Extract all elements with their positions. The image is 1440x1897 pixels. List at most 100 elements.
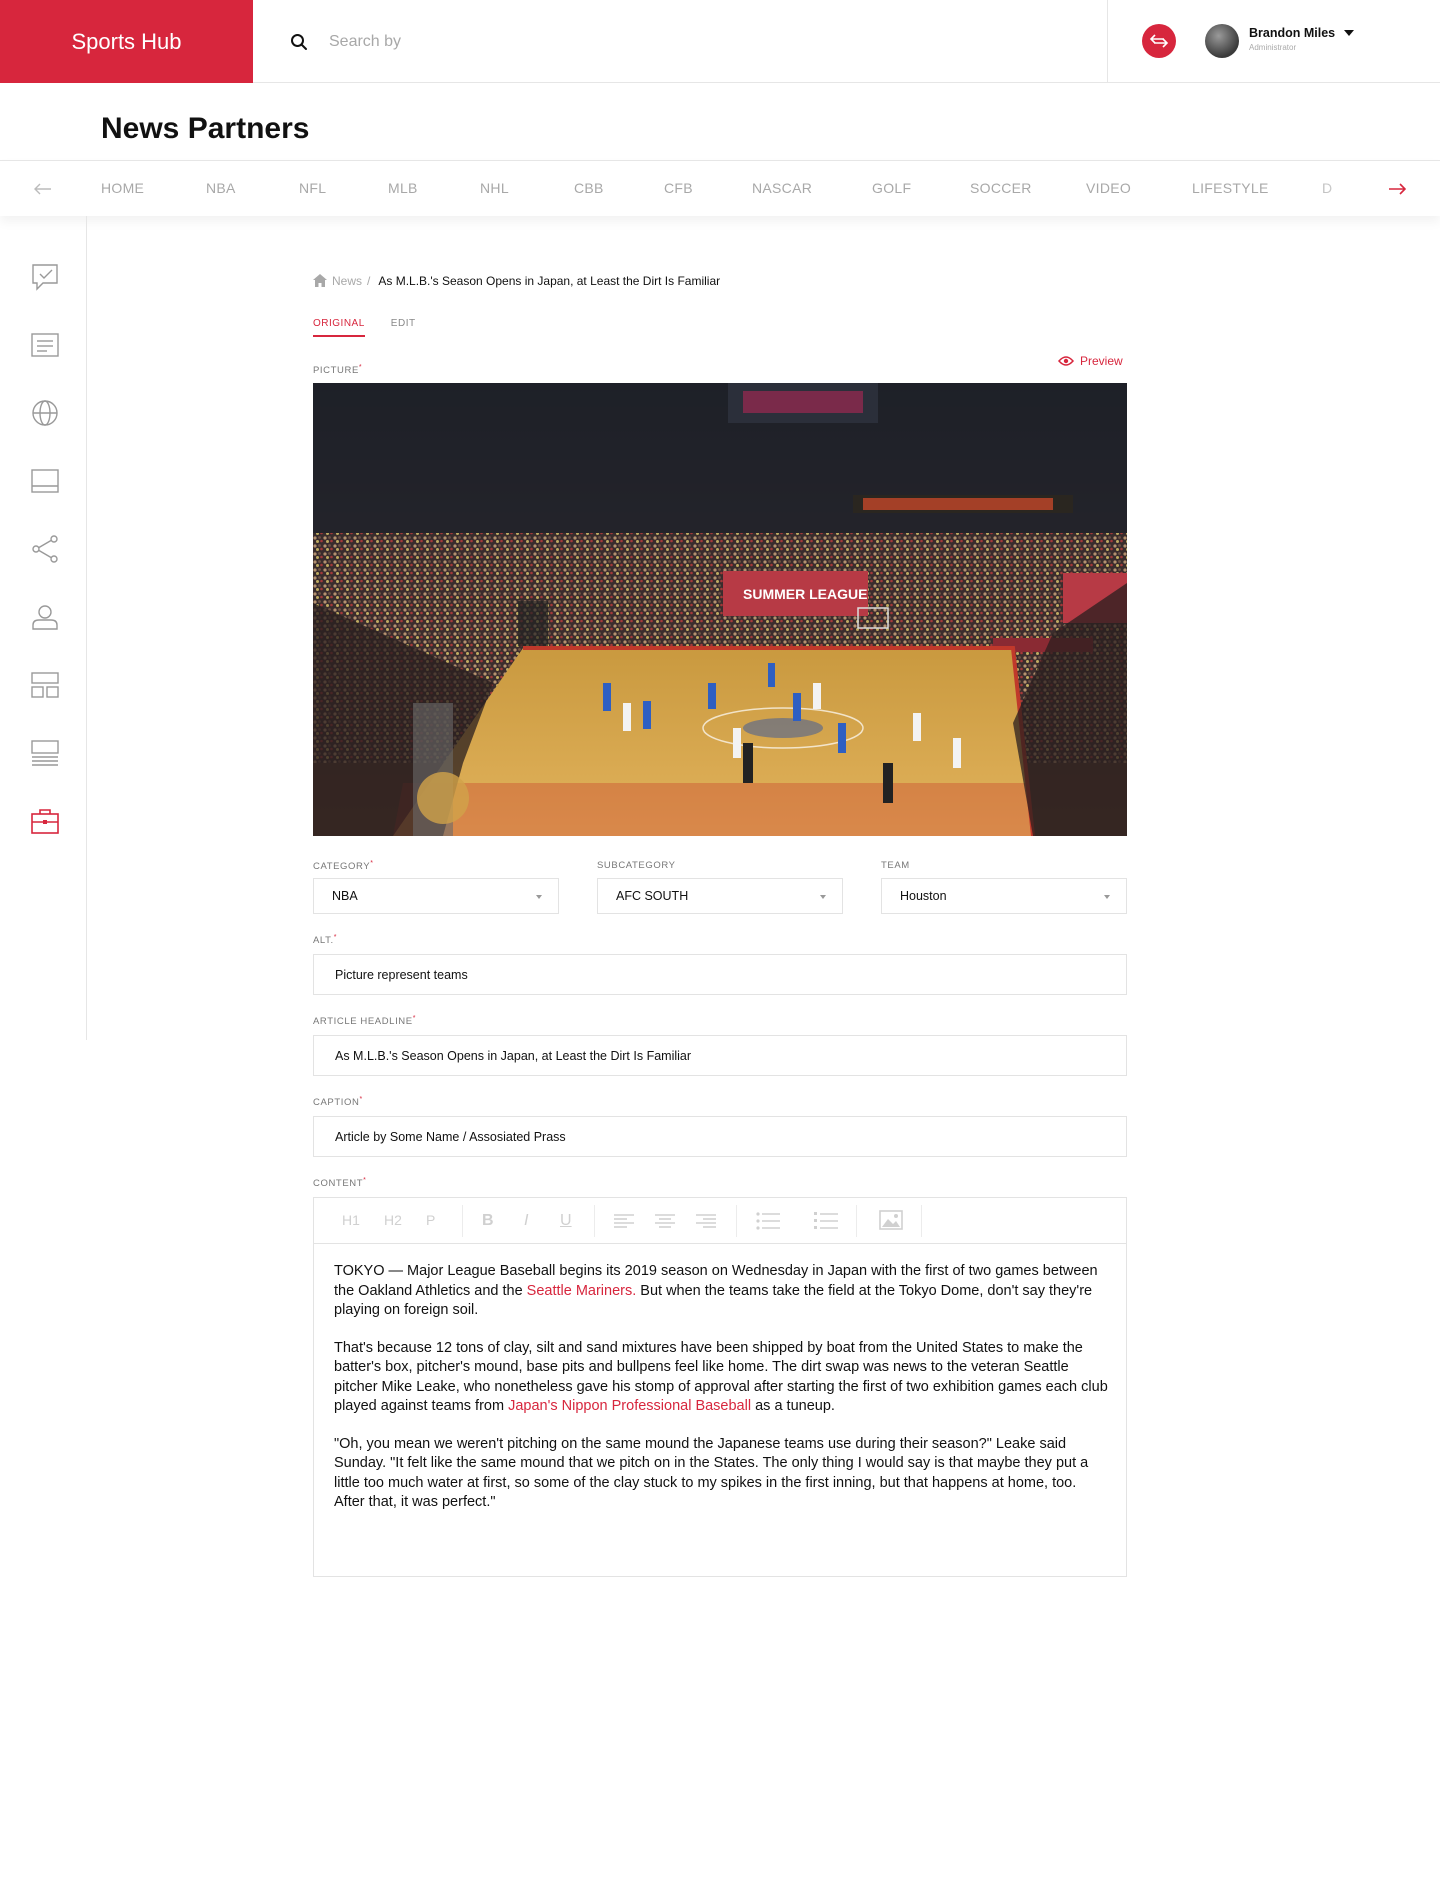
- content-editor[interactable]: H1 H2 P B I U TOKYO — Major League Baseb…: [313, 1197, 1127, 1577]
- nav-next-arrow-icon[interactable]: [1386, 178, 1408, 200]
- category-lifestyle[interactable]: LIFESTYLE: [1192, 180, 1269, 196]
- category-cbb[interactable]: CBB: [574, 180, 604, 196]
- picture-label: PICTURE*: [313, 364, 362, 376]
- category-video[interactable]: VIDEO: [1086, 180, 1131, 196]
- article-icon[interactable]: [30, 330, 60, 360]
- underline-button[interactable]: U: [560, 1212, 572, 1230]
- align-center-icon[interactable]: [655, 1214, 675, 1233]
- user-role: Administrator: [1249, 43, 1297, 52]
- tablet-icon[interactable]: [30, 466, 60, 496]
- breadcrumb-separator: /: [367, 274, 371, 288]
- required-mark: *: [370, 860, 374, 867]
- eye-icon: [1058, 356, 1074, 366]
- toolbar-divider: [736, 1205, 737, 1237]
- headline-field[interactable]: As M.L.B.'s Season Opens in Japan, at Le…: [313, 1035, 1127, 1076]
- required-mark: *: [412, 1015, 417, 1022]
- chevron-down-icon: [1104, 895, 1110, 899]
- h2-button[interactable]: H2: [384, 1212, 402, 1228]
- briefcase-icon[interactable]: [30, 806, 60, 836]
- bold-button[interactable]: B: [482, 1212, 494, 1230]
- breadcrumb-news-link[interactable]: News: [332, 274, 362, 288]
- category-nba[interactable]: NBA: [206, 180, 236, 196]
- content-paragraph: TOKYO — Major League Baseball begins its…: [334, 1262, 1109, 1321]
- content-paragraph: That's because 12 tons of clay, silt and…: [334, 1339, 1109, 1417]
- category-mlb[interactable]: MLB: [388, 180, 418, 196]
- view-tabs: ORIGINAL EDIT: [313, 318, 416, 337]
- category-label-text: CATEGORY: [313, 861, 371, 873]
- paragraph-button[interactable]: P: [426, 1212, 435, 1228]
- h1-button[interactable]: H1: [342, 1212, 360, 1228]
- category-golf[interactable]: GOLF: [872, 180, 911, 196]
- editor-toolbar: H1 H2 P B I U: [314, 1198, 1126, 1244]
- toolbar-divider: [594, 1205, 595, 1237]
- subcategory-select[interactable]: AFC SOUTH: [597, 878, 843, 914]
- image-icon[interactable]: [879, 1210, 903, 1235]
- users-icon[interactable]: [30, 602, 60, 632]
- align-right-icon[interactable]: [696, 1214, 716, 1233]
- layout-icon[interactable]: [30, 670, 60, 700]
- globe-icon[interactable]: [30, 398, 60, 428]
- category-cfb[interactable]: CFB: [664, 180, 693, 196]
- avatar[interactable]: [1205, 24, 1239, 58]
- article-picture[interactable]: SUMMER LEAGUE: [313, 383, 1127, 836]
- subcategory-value: AFC SOUTH: [616, 889, 689, 903]
- alt-field[interactable]: Picture represent teams: [313, 954, 1127, 995]
- required-mark: *: [358, 364, 363, 371]
- caption-field[interactable]: Article by Some Name / Assosiated Prass: [313, 1116, 1127, 1157]
- category-select[interactable]: NBA: [313, 878, 559, 914]
- team-label: TEAM: [881, 860, 910, 871]
- alt-label-text: ALT.: [313, 935, 334, 947]
- list-icon[interactable]: [30, 738, 60, 768]
- nav-prev-arrow-icon[interactable]: [32, 178, 54, 200]
- subcategory-label-text: SUBCATEGORY: [597, 860, 676, 871]
- search-icon[interactable]: [288, 31, 310, 53]
- category-home[interactable]: HOME: [101, 180, 144, 196]
- required-mark: *: [363, 1177, 367, 1184]
- italic-button[interactable]: I: [524, 1212, 528, 1230]
- basketball-arena-image: SUMMER LEAGUE: [313, 383, 1127, 836]
- bulleted-list-icon[interactable]: [756, 1212, 780, 1235]
- topbar-divider: [1107, 0, 1108, 83]
- preview-label: Preview: [1080, 354, 1123, 368]
- content-link[interactable]: Seattle Mariners.: [527, 1283, 637, 1299]
- toolbar-divider: [856, 1205, 857, 1237]
- brand-logo[interactable]: Sports Hub: [0, 0, 253, 83]
- share-icon[interactable]: [30, 534, 60, 564]
- toolbar-divider: [462, 1205, 463, 1237]
- category-nhl[interactable]: NHL: [480, 180, 509, 196]
- align-left-icon[interactable]: [614, 1214, 634, 1233]
- category-nav: HOME NBA NFL MLB NHL CBB CFB NASCAR GOLF…: [0, 160, 1440, 216]
- team-label-text: TEAM: [881, 860, 910, 871]
- breadcrumb-current: As M.L.B.'s Season Opens in Japan, at Le…: [378, 274, 721, 288]
- search-input[interactable]: [329, 32, 929, 51]
- switch-view-button[interactable]: [1142, 24, 1176, 58]
- search-bar: [253, 0, 1108, 83]
- home-icon[interactable]: [313, 274, 327, 288]
- content-body[interactable]: TOKYO — Major League Baseball begins its…: [334, 1262, 1109, 1531]
- toolbar-divider: [921, 1205, 922, 1237]
- headline-label: ARTICLE HEADLINE*: [313, 1015, 416, 1027]
- picture-label-text: PICTURE: [313, 365, 359, 377]
- content-label: CONTENT*: [313, 1177, 366, 1189]
- content-link[interactable]: Japan's Nippon Professional Baseball: [508, 1398, 751, 1414]
- preview-button[interactable]: Preview: [1058, 354, 1123, 368]
- category-nfl[interactable]: NFL: [299, 180, 326, 196]
- category-label: CATEGORY*: [313, 860, 374, 872]
- banner-text: SUMMER LEAGUE: [743, 586, 867, 602]
- user-menu-caret-icon[interactable]: [1344, 30, 1354, 36]
- user-name[interactable]: Brandon Miles: [1249, 26, 1335, 40]
- category-soccer[interactable]: SOCCER: [970, 180, 1032, 196]
- required-mark: *: [359, 1096, 363, 1103]
- chevron-down-icon: [820, 895, 826, 899]
- checkbox-comment-icon[interactable]: [30, 262, 60, 292]
- numbered-list-icon[interactable]: [814, 1212, 838, 1235]
- tab-original[interactable]: ORIGINAL: [313, 318, 365, 337]
- subcategory-label: SUBCATEGORY: [597, 860, 676, 871]
- chevron-down-icon: [536, 895, 542, 899]
- nav-fade: [1300, 161, 1380, 216]
- top-bar: Sports Hub Brandon Miles Administrator: [0, 0, 1440, 83]
- tab-edit[interactable]: EDIT: [391, 318, 416, 337]
- team-select[interactable]: Houston: [881, 878, 1127, 914]
- category-nascar[interactable]: NASCAR: [752, 180, 812, 196]
- sidebar: [0, 216, 87, 1040]
